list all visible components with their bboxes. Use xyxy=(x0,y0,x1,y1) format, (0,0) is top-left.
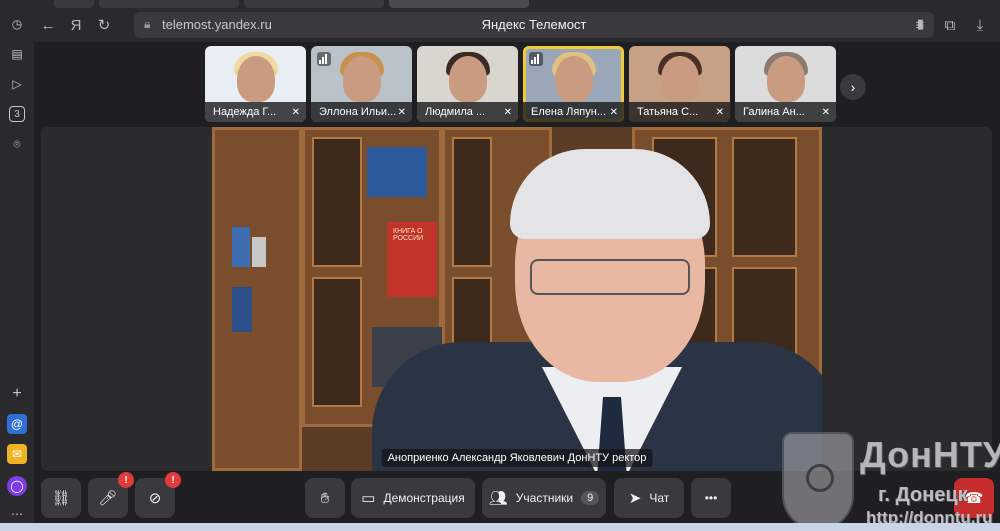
mic-muted-icon: ✕ xyxy=(397,107,406,118)
collections-icon[interactable]: ▤ xyxy=(7,44,27,64)
browser-toolbar: ← Я ↻ 🔒︎ telemost.yandex.ru Яндекс Телем… xyxy=(34,8,1000,42)
extensions-icon[interactable]: ⧉ xyxy=(936,11,964,39)
page-title: Яндекс Телемост xyxy=(481,17,587,32)
tab[interactable] xyxy=(99,0,239,8)
camera-off-icon: ⊘ xyxy=(148,490,162,507)
play-icon[interactable]: ▷ xyxy=(7,74,27,94)
camera-alert-badge: ! xyxy=(165,472,181,488)
yandex-icon[interactable]: Я xyxy=(62,11,90,39)
speaker-glasses xyxy=(530,259,690,295)
participants-strip: Надежда Г... ✕ Эллона Ильи... ✕ Людмила ... ✕… xyxy=(205,46,836,122)
glass-door xyxy=(312,277,362,407)
alice-icon[interactable]: ◯ xyxy=(7,476,27,496)
participant-tile[interactable]: Елена Ляпун... ✕ xyxy=(523,46,624,122)
speaker-video[interactable]: КНИГА О РОССИИ Аноприенко Александр Яков… xyxy=(212,127,822,471)
tab[interactable] xyxy=(54,0,94,8)
back-icon[interactable]: ← xyxy=(34,11,62,39)
download-icon[interactable]: ⤓ xyxy=(966,11,994,39)
book xyxy=(232,287,252,332)
book-title: КНИГА О РОССИИ xyxy=(393,228,424,242)
mic-muted-icon: ✕ xyxy=(503,107,512,118)
main-stage: КНИГА О РОССИИ Аноприенко Александр Яков… xyxy=(41,127,992,471)
donntu-emblem xyxy=(782,432,854,531)
audio-level-icon xyxy=(529,52,543,66)
mic-toggle-button[interactable]: 🎤︎ ! xyxy=(88,472,134,518)
send-icon: ➤ xyxy=(628,490,642,507)
more-apps-icon[interactable]: ⋯ xyxy=(7,504,27,524)
participant-tile[interactable]: Татьяна С... ✕ xyxy=(629,46,730,122)
copy-link-button[interactable]: ⛓ xyxy=(41,478,81,518)
people-icon: 👥︎ xyxy=(488,490,508,507)
menu-icon[interactable]: ≡ xyxy=(906,11,934,39)
audio-level-icon xyxy=(317,52,331,66)
address-bar[interactable]: 🔒︎ telemost.yandex.ru Яндекс Телемост ▮ xyxy=(134,12,934,38)
red-book: КНИГА О РОССИИ xyxy=(387,222,437,297)
speaker-caption: Аноприенко Александр Яковлевич ДонНТУ ре… xyxy=(381,449,653,467)
glass-door xyxy=(452,137,492,267)
mic-muted-icon: ✕ xyxy=(715,107,724,118)
participant-tile[interactable]: Эллона Ильи... ✕ xyxy=(311,46,412,122)
add-icon[interactable]: + xyxy=(7,384,27,404)
mic-off-icon: 🎤︎ xyxy=(98,490,118,507)
camera-toggle-button[interactable]: ⊘ ! xyxy=(135,472,181,518)
participant-face xyxy=(448,56,487,102)
screen-share-button[interactable]: ▭ Демонстрация xyxy=(351,478,475,518)
more-icon: ••• xyxy=(704,491,718,505)
tab[interactable] xyxy=(244,0,384,8)
sidebar-badge[interactable]: 3 xyxy=(9,106,25,122)
participant-tile[interactable]: Галина Ан... ✕ xyxy=(735,46,836,122)
chat-button[interactable]: ➤ Чат xyxy=(614,478,684,518)
os-taskbar xyxy=(0,523,1000,531)
reload-icon[interactable]: ↻ xyxy=(90,11,118,39)
participant-face xyxy=(342,56,381,102)
participants-label: Участники xyxy=(515,491,574,505)
bookcase xyxy=(212,127,302,471)
mic-alert-badge: ! xyxy=(118,472,134,488)
history-icon[interactable]: ◷ xyxy=(7,14,27,34)
screen-share-label: Демонстрация xyxy=(383,491,465,505)
participant-face xyxy=(660,56,699,102)
more-button[interactable]: ••• xyxy=(691,478,731,518)
browser-sidebar: ◷ ▤ ▷ 3 ⌾ + @ ✉ ◯ ⋯ xyxy=(0,0,34,531)
screen-share-icon: ▭ xyxy=(361,490,376,507)
tab-active[interactable] xyxy=(389,0,529,8)
participant-face xyxy=(766,56,805,102)
participant-face xyxy=(554,56,593,102)
participant-tile[interactable]: Надежда Г... ✕ xyxy=(205,46,306,122)
mic-muted-icon: ✕ xyxy=(291,107,300,118)
participants-count: 9 xyxy=(581,491,600,505)
watermark-city: г. Донецк xyxy=(878,484,968,506)
watermark-name: ДонНТУ xyxy=(860,434,1000,475)
raise-hand-button[interactable]: ✋︎ xyxy=(305,478,345,518)
glass-door xyxy=(732,137,797,257)
next-participants-icon[interactable]: › xyxy=(840,74,866,100)
donntu-watermark: ДонНТУ г. Донецк http://donntu.ru xyxy=(782,432,1000,531)
camera-icon[interactable]: ⌾ xyxy=(7,134,27,154)
book xyxy=(252,237,266,267)
mic-muted-icon: ✕ xyxy=(821,107,830,118)
mail-icon[interactable]: @ xyxy=(7,414,27,434)
glass-door xyxy=(312,137,362,267)
mic-muted-icon: ✕ xyxy=(609,107,618,118)
tab-strip xyxy=(34,0,1000,8)
yandex-mail-icon[interactable]: ✉ xyxy=(7,444,27,464)
participant-tile[interactable]: Людмила ... ✕ xyxy=(417,46,518,122)
book xyxy=(232,227,250,267)
link-icon: ⛓ xyxy=(51,490,71,507)
chat-label: Чат xyxy=(649,491,670,505)
book xyxy=(367,147,427,197)
participants-button[interactable]: 👥︎ Участники 9 xyxy=(482,478,606,518)
participant-face xyxy=(236,56,275,102)
hand-icon: ✋︎ xyxy=(320,489,330,507)
